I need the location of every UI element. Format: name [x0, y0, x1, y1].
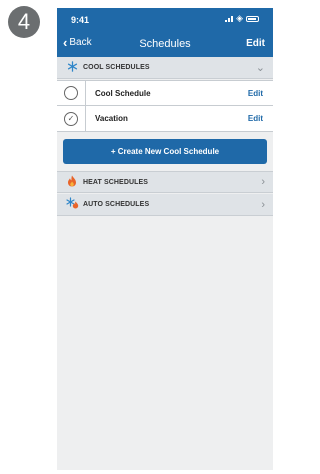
edit-button[interactable]: Edit	[246, 38, 265, 49]
flame-icon	[65, 175, 79, 190]
navigation-bar: 9:41 ◈ ‹ Back Schedules Edit	[57, 8, 273, 57]
status-time: 9:41	[71, 15, 90, 25]
create-new-cool-schedule-button[interactable]: + Create New Cool Schedule	[63, 139, 267, 164]
battery-icon	[246, 15, 259, 22]
signal-icon	[225, 15, 234, 22]
step-number-badge: 4	[8, 6, 40, 38]
auto-schedules-header[interactable]: AUTO SCHEDULES ›	[57, 194, 273, 216]
wifi-icon: ◈	[236, 13, 243, 23]
schedule-name: Cool Schedule	[95, 88, 151, 98]
edit-schedule-button[interactable]: Edit	[248, 114, 263, 123]
snowflake-icon	[65, 60, 79, 75]
status-icons: ◈	[225, 13, 259, 23]
cool-schedules-label: COOL SCHEDULES	[83, 64, 150, 71]
heat-schedules-header[interactable]: HEAT SCHEDULES ›	[57, 171, 273, 193]
radio-unselected-icon[interactable]	[64, 86, 78, 100]
heat-schedules-label: HEAT SCHEDULES	[83, 178, 149, 186]
schedule-row-cool-schedule[interactable]: Cool Schedule Edit	[57, 80, 273, 106]
schedule-row-vacation[interactable]: ✓ Vacation Edit	[57, 106, 273, 132]
chevron-right-icon: ›	[261, 176, 265, 188]
auto-icon	[65, 197, 79, 212]
chevron-down-icon: ⌄	[255, 62, 265, 74]
auto-schedules-label: AUTO SCHEDULES	[83, 201, 150, 208]
phone-screen: 9:41 ◈ ‹ Back Schedules Edit COOL SCHEDU…	[57, 8, 273, 470]
edit-schedule-button[interactable]: Edit	[248, 89, 263, 98]
radio-cell	[57, 81, 86, 105]
cool-schedules-header[interactable]: COOL SCHEDULES ⌄	[57, 57, 273, 79]
radio-checked-icon[interactable]: ✓	[64, 111, 78, 126]
radio-cell: ✓	[57, 106, 86, 131]
schedule-name: Vacation	[95, 114, 128, 123]
chevron-right-icon: ›	[261, 198, 265, 211]
page-title: Schedules	[139, 38, 191, 50]
